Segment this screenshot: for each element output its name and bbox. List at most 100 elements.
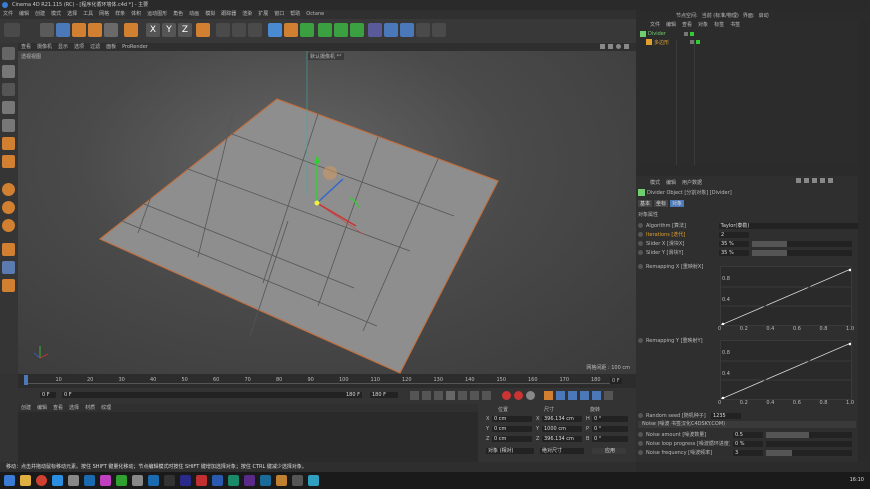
taskbar-app-icon[interactable] (180, 475, 191, 486)
goto-start-icon[interactable] (410, 391, 419, 400)
divider-plane[interactable] (98, 98, 499, 374)
attr-menu-item[interactable]: 用户数据 (682, 179, 702, 186)
uv-mode-icon[interactable] (2, 155, 15, 168)
timeline-ruler[interactable]: 0102030405060708090100110120130140150160… (24, 376, 620, 384)
param-field[interactable]: 35 % (719, 249, 749, 256)
layout-bar-item[interactable]: 节点空间: (676, 12, 698, 19)
live-selection-tool-icon[interactable] (40, 23, 54, 37)
remap-x-curve[interactable] (720, 266, 852, 326)
key-scale-icon[interactable] (556, 391, 565, 400)
deformer-icon[interactable] (350, 23, 364, 37)
menu-item[interactable]: 跟踪器 (221, 10, 236, 19)
material-menu-item[interactable]: 材质 (85, 404, 95, 412)
material-manager[interactable] (18, 412, 478, 462)
param-animate-dot[interactable] (638, 241, 643, 246)
noise-param-field[interactable]: 0.5 (733, 431, 763, 438)
menu-item[interactable]: 文件 (3, 10, 13, 19)
x-axis-lock-icon[interactable]: X (146, 23, 160, 37)
taskbar-app-icon[interactable] (212, 475, 223, 486)
material-menu-item[interactable]: 编辑 (37, 404, 47, 412)
file-explorer-icon[interactable] (20, 475, 31, 486)
material-menu-item[interactable]: 选择 (69, 404, 79, 412)
attr-tab[interactable]: 对象 (670, 200, 685, 207)
random-seed-field[interactable]: 1235 (711, 412, 741, 419)
texture-mode-icon[interactable] (2, 65, 15, 78)
material-menu-item[interactable]: 创建 (21, 404, 31, 412)
key-param-icon[interactable] (580, 391, 589, 400)
y-axis-lock-icon[interactable]: Y (162, 23, 176, 37)
taskbar-app-icon[interactable] (244, 475, 255, 486)
material-menu-item[interactable]: 查看 (53, 404, 63, 412)
edges-mode-icon[interactable] (2, 119, 15, 132)
attr-menu-item[interactable]: 编辑 (666, 179, 676, 186)
remap-y-curve[interactable] (720, 340, 852, 400)
menu-item[interactable]: 帮助 (290, 10, 300, 19)
record-icon[interactable] (502, 391, 511, 400)
param-slider[interactable] (752, 240, 852, 247)
taskbar-app-icon[interactable] (292, 475, 303, 486)
timeline-settings-icon[interactable] (604, 391, 613, 400)
viewport-menu-item[interactable]: 查看 (21, 43, 31, 51)
cube-primitive-icon[interactable] (268, 23, 282, 37)
position-field[interactable]: 0 cm (492, 416, 532, 422)
start-frame-field[interactable]: 0 F (40, 392, 56, 398)
viewport-menu-item[interactable]: 显示 (58, 43, 68, 51)
locked-workplane-icon[interactable] (2, 261, 15, 274)
key-position-icon[interactable] (544, 391, 553, 400)
size-mode-dropdown[interactable]: 绝对尺寸 (540, 448, 584, 454)
attr-tab[interactable]: 基本 (638, 200, 653, 207)
object-row[interactable]: 多边形 (636, 38, 858, 46)
object-menu-item[interactable]: 标签 (714, 21, 724, 28)
param-animate-dot[interactable] (638, 432, 643, 437)
preview-end-field[interactable]: 180 F (370, 392, 398, 398)
next-key-icon[interactable] (470, 391, 479, 400)
search-icon[interactable] (812, 178, 817, 183)
position-field[interactable]: 0 cm (492, 436, 532, 442)
play-icon[interactable] (446, 391, 455, 400)
size-field[interactable]: 396.134 cm (542, 416, 582, 422)
size-field[interactable]: 396.134 cm (542, 436, 582, 442)
layout-bar-item[interactable]: 界面: (743, 12, 755, 19)
polygons-mode-icon[interactable] (2, 137, 15, 150)
param-animate-dot[interactable] (638, 232, 643, 237)
taskbar-app-icon[interactable] (260, 475, 271, 486)
param-animate-dot[interactable] (638, 450, 643, 455)
param-field[interactable]: 2 (719, 231, 749, 238)
taskbar-app-icon[interactable] (116, 475, 127, 486)
scale-tool-icon[interactable] (72, 23, 86, 37)
workplane-icon[interactable] (2, 243, 15, 256)
start-icon[interactable] (4, 475, 15, 486)
attr-tab[interactable]: 坐标 (654, 200, 669, 207)
rotation-field[interactable]: 0 ° (592, 426, 628, 432)
subdivision-surface-icon[interactable] (300, 23, 314, 37)
menu-item[interactable]: 动画 (189, 10, 199, 19)
object-menu-item[interactable]: 查看 (682, 21, 692, 28)
noise-group-header[interactable]: Noise (噪波 书签汉化C4DSKY.COM) (638, 421, 856, 428)
keyframe-selection-icon[interactable] (526, 391, 535, 400)
param-animate-dot[interactable] (638, 223, 643, 228)
solo-icon[interactable] (2, 279, 15, 292)
menu-item[interactable]: 体积 (131, 10, 141, 19)
z-axis-lock-icon[interactable]: Z (178, 23, 192, 37)
rotate-tool-icon[interactable] (88, 23, 102, 37)
menu-item[interactable]: 工具 (83, 10, 93, 19)
noise-param-slider[interactable] (766, 431, 852, 438)
new-window-icon[interactable] (828, 178, 833, 183)
menu-item[interactable]: 编辑 (19, 10, 29, 19)
noise-param-field[interactable]: 0 % (733, 440, 763, 447)
viewport-menu-item[interactable]: ProRender (122, 43, 148, 51)
size-field[interactable]: 1000 cm (542, 426, 582, 432)
param-dropdown[interactable]: Taylor(泰勒) (718, 222, 858, 229)
render-to-picture-viewer-icon[interactable] (232, 23, 246, 37)
noise-param-slider[interactable] (766, 449, 852, 456)
chrome-icon[interactable] (36, 475, 47, 486)
taskbar-app-icon[interactable] (276, 475, 287, 486)
end-frame-field[interactable]: 180 F (344, 392, 362, 398)
menu-item[interactable]: 渲染 (242, 10, 252, 19)
prev-frame-icon[interactable] (434, 391, 443, 400)
lock-icon[interactable] (820, 178, 825, 183)
menu-item[interactable]: 选择 (67, 10, 77, 19)
undo-button[interactable] (4, 23, 20, 37)
tweak-mode-icon[interactable] (2, 219, 15, 232)
taskbar-app-icon[interactable] (68, 475, 79, 486)
